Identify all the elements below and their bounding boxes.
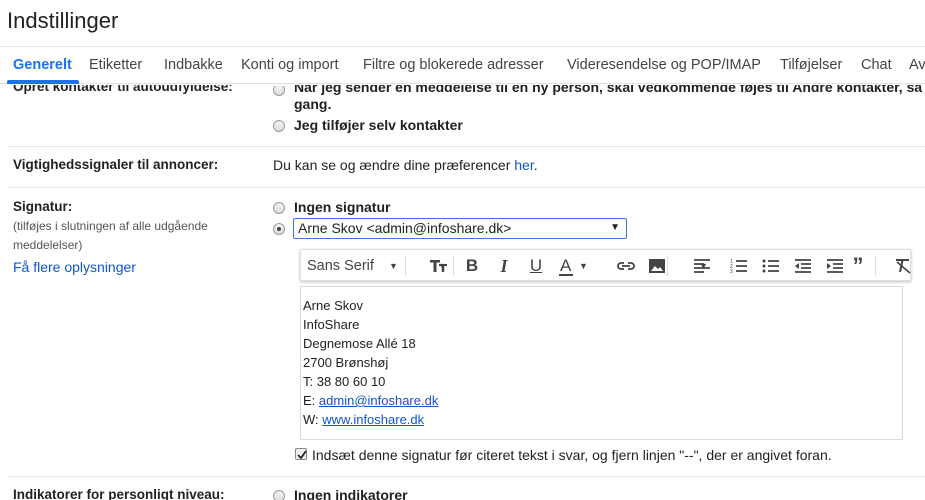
contacts-manual-option: Jeg tilføjer selv kontakter (294, 117, 463, 133)
signature-line-name: Arne Skov (303, 298, 363, 313)
signature-line-web: W: www.infoshare.dk (303, 410, 902, 429)
importance-desc: Du kan se og ændre dine præferencer (273, 157, 511, 173)
no-signature-radio[interactable] (273, 202, 285, 214)
underline-icon[interactable]: U (525, 250, 547, 282)
signature-email-link[interactable]: admin@infoshare.dk (319, 393, 438, 408)
insert-signature-label: Indsæt denne signatur før citeret tekst … (312, 447, 832, 463)
learn-more-link[interactable]: Få flere oplysninger (13, 259, 136, 275)
font-family-select[interactable]: Sans Serif ▼ (307, 250, 398, 282)
numbered-list-icon[interactable]: 123 (719, 250, 747, 282)
importance-preferences-link[interactable]: her (514, 157, 533, 173)
font-family-value: Sans Serif (307, 258, 374, 274)
active-tab-indicator (7, 80, 79, 84)
contacts-manual-radio[interactable] (273, 120, 285, 132)
no-indicators-radio[interactable] (273, 490, 285, 500)
dropdown-arrow-icon: ▼ (610, 222, 620, 233)
tab-labels[interactable]: Etiketter (89, 57, 142, 73)
tab-addons[interactable]: Tilføjelser (780, 57, 842, 73)
signature-web-link[interactable]: www.infoshare.dk (322, 412, 424, 427)
no-indicators-option: Ingen indikatorer (294, 487, 408, 500)
svg-text:3: 3 (730, 269, 733, 274)
tab-advanced[interactable]: Av (909, 57, 925, 73)
tab-accounts-import[interactable]: Konti og import (241, 57, 339, 73)
contacts-auto-radio[interactable] (273, 86, 285, 96)
indicators-label: Indikatorer for personligt niveau: (13, 487, 225, 500)
signature-sublabel-1: (tilføjes i slutningen af alle udgående (13, 219, 208, 233)
importance-text: Du kan se og ændre dine præferencer her. (273, 157, 538, 173)
signature-selected-value: Arne Skov <admin@infoshare.dk> (298, 220, 512, 236)
signature-line-email: E: admin@infoshare.dk (303, 391, 902, 410)
signature-line-phone: T: 38 80 60 10 (303, 374, 386, 389)
row-divider (7, 187, 925, 188)
insert-signature-checkbox[interactable] (295, 448, 307, 460)
text-color-icon[interactable]: A ▼ (557, 250, 591, 282)
tab-forwarding-pop-imap[interactable]: Videresendelse og POP/IMAP (567, 57, 761, 73)
row-divider (7, 146, 925, 147)
tab-filters[interactable]: Filtre og blokerede adresser (363, 57, 544, 73)
toolbar-divider (453, 256, 454, 276)
web-prefix: W: (303, 412, 323, 427)
font-size-icon[interactable]: ▼ (411, 250, 447, 282)
toolbar-divider (667, 256, 668, 276)
settings-tabs: Generelt Etiketter Indbakke Konti og imp… (0, 46, 925, 84)
tab-inbox[interactable]: Indbakke (164, 57, 223, 73)
signature-label: Signatur: (13, 199, 73, 214)
signature-line-city: 2700 Brønshøj (303, 355, 389, 370)
signature-sublabel-2: meddelelser) (13, 238, 83, 252)
importance-suffix: . (533, 157, 538, 173)
align-icon[interactable]: ▼ (675, 250, 711, 282)
link-icon[interactable] (605, 250, 635, 282)
chevron-down-icon: ▼ (389, 261, 398, 271)
signature-dropdown[interactable]: Arne Skov <admin@infoshare.dk> ▼ (293, 218, 627, 239)
bulleted-list-icon[interactable] (751, 250, 779, 282)
signature-editor[interactable]: Arne Skov InfoShare Degnemose Allé 18 27… (300, 286, 903, 440)
tab-chat[interactable]: Chat (861, 57, 892, 73)
bold-icon[interactable]: B (461, 250, 483, 282)
italic-icon[interactable]: I (493, 250, 515, 282)
row-divider (7, 476, 925, 477)
remove-formatting-icon[interactable] (883, 250, 911, 282)
indent-less-icon[interactable] (783, 250, 811, 282)
tab-general[interactable]: Generelt (13, 57, 72, 73)
no-signature-option: Ingen signatur (294, 199, 391, 215)
email-prefix: E: (303, 393, 319, 408)
quote-icon[interactable]: ” (847, 250, 869, 282)
toolbar-divider (405, 256, 406, 276)
contacts-auto-option-cont: gang. (294, 96, 332, 112)
signature-line-company: InfoShare (303, 317, 360, 332)
formatting-toolbar: Sans Serif ▼ ▼ B I U A ▼ ▼ 123 ” (300, 249, 911, 281)
signature-line-street: Degnemose Allé 18 (303, 336, 416, 351)
image-icon[interactable] (637, 250, 665, 282)
importance-label: Vigtighedssignaler til annoncer: (13, 157, 219, 172)
signature-select-radio[interactable] (273, 223, 285, 235)
page-title: Indstillinger (7, 8, 119, 33)
indent-more-icon[interactable] (815, 250, 843, 282)
toolbar-divider (875, 256, 876, 276)
